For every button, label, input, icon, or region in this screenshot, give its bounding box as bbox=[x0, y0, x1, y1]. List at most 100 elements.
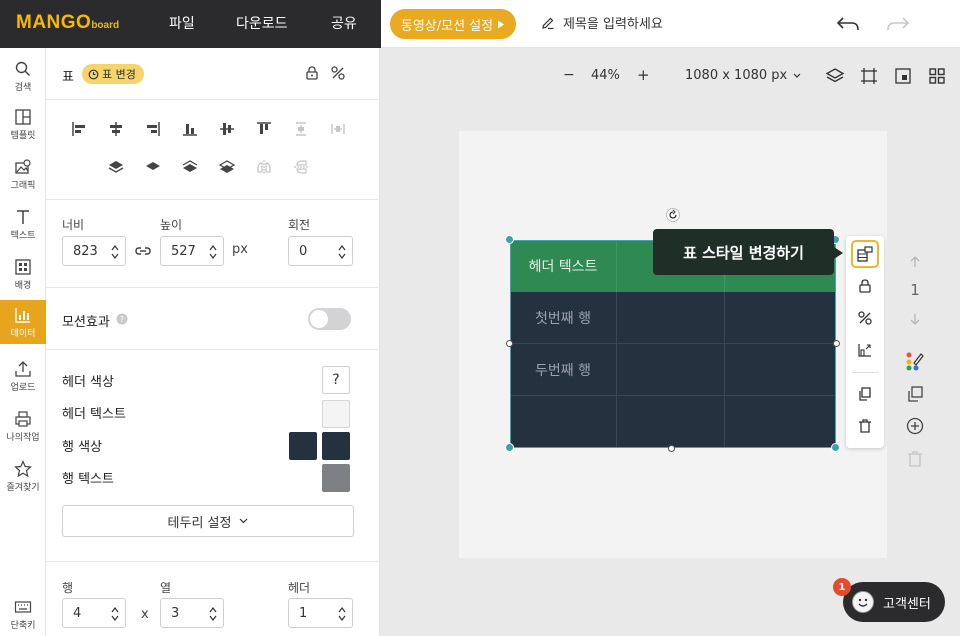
align-left-icon bbox=[72, 122, 85, 136]
rail-item-upload[interactable]: 업로드 bbox=[0, 354, 46, 398]
flip-horizontal-icon bbox=[257, 160, 271, 174]
zoom-in-button[interactable]: + bbox=[637, 66, 650, 84]
link-ratio-icon[interactable] bbox=[135, 244, 151, 258]
lock-icon[interactable] bbox=[304, 65, 320, 81]
unit-label: px bbox=[232, 242, 248, 257]
duplicate-button[interactable] bbox=[851, 380, 879, 408]
cols-input[interactable]: 3 bbox=[160, 598, 224, 628]
add-icon[interactable] bbox=[906, 417, 924, 435]
chevron-down-icon bbox=[240, 518, 248, 524]
customer-center-button[interactable]: 고객센터 bbox=[843, 582, 945, 622]
redo-icon[interactable] bbox=[885, 12, 911, 36]
replace-chart-button[interactable] bbox=[851, 336, 879, 364]
resize-handle-top-left[interactable] bbox=[505, 235, 514, 244]
top-action-bar: 동영상/모션 설정 제목을 입력하세요 bbox=[381, 0, 960, 48]
lock-button[interactable] bbox=[851, 272, 879, 300]
height-input[interactable]: 527 bbox=[160, 236, 224, 266]
align-center-v-icon bbox=[220, 123, 234, 135]
canvas-toolbar: − 44% + 1080 x 1080 px bbox=[381, 64, 960, 88]
header-count-input[interactable]: 1 bbox=[288, 598, 353, 628]
motion-settings-button[interactable]: 동영상/모션 설정 bbox=[390, 9, 516, 39]
rotation-input[interactable]: 0 bbox=[288, 236, 353, 266]
flip-horizontal-button[interactable] bbox=[253, 156, 275, 178]
delete-button[interactable] bbox=[851, 412, 879, 440]
bring-to-front-button[interactable] bbox=[105, 156, 127, 178]
grid-view-icon[interactable] bbox=[927, 66, 947, 86]
align-bottom-button[interactable] bbox=[179, 118, 201, 140]
pencil-icon bbox=[542, 17, 554, 29]
help-icon[interactable]: ? bbox=[116, 313, 128, 325]
rows-label: 행 bbox=[62, 581, 74, 595]
canvas-size-dropdown[interactable]: 1080 x 1080 px bbox=[685, 68, 801, 83]
chart-icon bbox=[15, 307, 30, 323]
zoom-level: 44% bbox=[591, 68, 620, 83]
undo-icon[interactable] bbox=[835, 12, 861, 36]
layer-up-icon[interactable] bbox=[908, 255, 922, 269]
distribute-v-button[interactable] bbox=[290, 118, 312, 140]
header-color-picker[interactable]: ? bbox=[322, 366, 350, 394]
rail-item-shortcuts[interactable]: 단축키 bbox=[0, 592, 46, 636]
align-center-v-button[interactable] bbox=[216, 118, 238, 140]
rail-item-background[interactable]: 배경 bbox=[0, 252, 46, 296]
resize-handle-right[interactable] bbox=[833, 340, 840, 347]
rail-item-my-work[interactable]: 나의작업 bbox=[0, 404, 46, 448]
bring-forward-button[interactable] bbox=[142, 156, 164, 178]
layer-front-icon bbox=[108, 161, 124, 173]
row-color-swatch-1[interactable] bbox=[289, 432, 317, 460]
align-top-button[interactable] bbox=[253, 118, 275, 140]
transparency-icon[interactable] bbox=[330, 65, 346, 81]
rail-item-search[interactable]: 검색 bbox=[0, 54, 46, 98]
copy-icon[interactable] bbox=[906, 385, 924, 403]
rotate-handle-icon[interactable] bbox=[666, 208, 680, 222]
color-picker-icon[interactable] bbox=[904, 350, 926, 372]
title-input[interactable]: 제목을 입력하세요 bbox=[541, 13, 663, 32]
rail-item-graphic[interactable]: 그래픽 bbox=[0, 152, 46, 196]
send-to-back-button[interactable] bbox=[216, 156, 238, 178]
layer-forward-icon bbox=[146, 162, 160, 170]
trash-icon bbox=[859, 419, 871, 433]
menu-download[interactable]: 다운로드 bbox=[236, 13, 288, 33]
logo[interactable]: MANGOboard bbox=[16, 12, 119, 34]
distribute-h-button[interactable] bbox=[327, 118, 349, 140]
menu-file[interactable]: 파일 bbox=[169, 13, 195, 33]
change-table-badge[interactable]: 표 변경 bbox=[82, 64, 144, 84]
layers-icon[interactable] bbox=[825, 66, 845, 86]
row-color-swatch-2[interactable] bbox=[322, 432, 350, 460]
transparency-icon bbox=[858, 311, 872, 325]
header-text-swatch[interactable] bbox=[322, 400, 350, 428]
transparency-button[interactable] bbox=[851, 304, 879, 332]
height-label: 높이 bbox=[160, 218, 183, 232]
align-center-h-button[interactable] bbox=[105, 118, 127, 140]
motion-toggle[interactable] bbox=[308, 308, 351, 330]
menu-share[interactable]: 공유 bbox=[331, 13, 357, 33]
trash-icon[interactable] bbox=[906, 450, 924, 468]
graphic-icon bbox=[15, 158, 31, 174]
resize-handle-bottom[interactable] bbox=[668, 445, 675, 452]
property-panel: 표 표 변경 너비 823 높이 527 px 회전 0 모션효과 ? 헤더 색… bbox=[46, 48, 380, 636]
resize-handle-bottom-left[interactable] bbox=[505, 443, 514, 452]
crop-guide-icon[interactable] bbox=[859, 66, 879, 86]
flip-vertical-button[interactable] bbox=[290, 156, 312, 178]
zoom-out-button[interactable]: − bbox=[563, 67, 575, 83]
rail-item-favorites[interactable]: 즐겨찾기 bbox=[0, 454, 46, 498]
width-input[interactable]: 823 bbox=[62, 236, 126, 266]
rail-item-data[interactable]: 데이터 bbox=[0, 300, 46, 344]
upload-icon bbox=[15, 360, 31, 377]
rail-item-text[interactable]: 텍스트 bbox=[0, 202, 46, 246]
send-backward-button[interactable] bbox=[179, 156, 201, 178]
rows-input[interactable]: 4 bbox=[62, 598, 126, 628]
resize-handle-left[interactable] bbox=[506, 340, 513, 347]
top-menu-bar: MANGOboard 파일 다운로드 공유 bbox=[0, 0, 381, 48]
align-right-button[interactable] bbox=[142, 118, 164, 140]
align-left-button[interactable] bbox=[68, 118, 90, 140]
background-icon bbox=[15, 258, 31, 275]
resize-handle-bottom-right[interactable] bbox=[831, 443, 840, 452]
row-text-swatch[interactable] bbox=[322, 464, 350, 492]
distribute-h-icon bbox=[331, 124, 345, 134]
layer-down-icon[interactable] bbox=[908, 312, 922, 326]
resize-icon[interactable] bbox=[893, 66, 913, 86]
border-settings-button[interactable]: 테두리 설정 bbox=[62, 505, 354, 537]
rail-item-template[interactable]: 템플릿 bbox=[0, 102, 46, 146]
chart-swap-icon bbox=[858, 344, 871, 357]
table-style-button[interactable] bbox=[851, 240, 879, 268]
